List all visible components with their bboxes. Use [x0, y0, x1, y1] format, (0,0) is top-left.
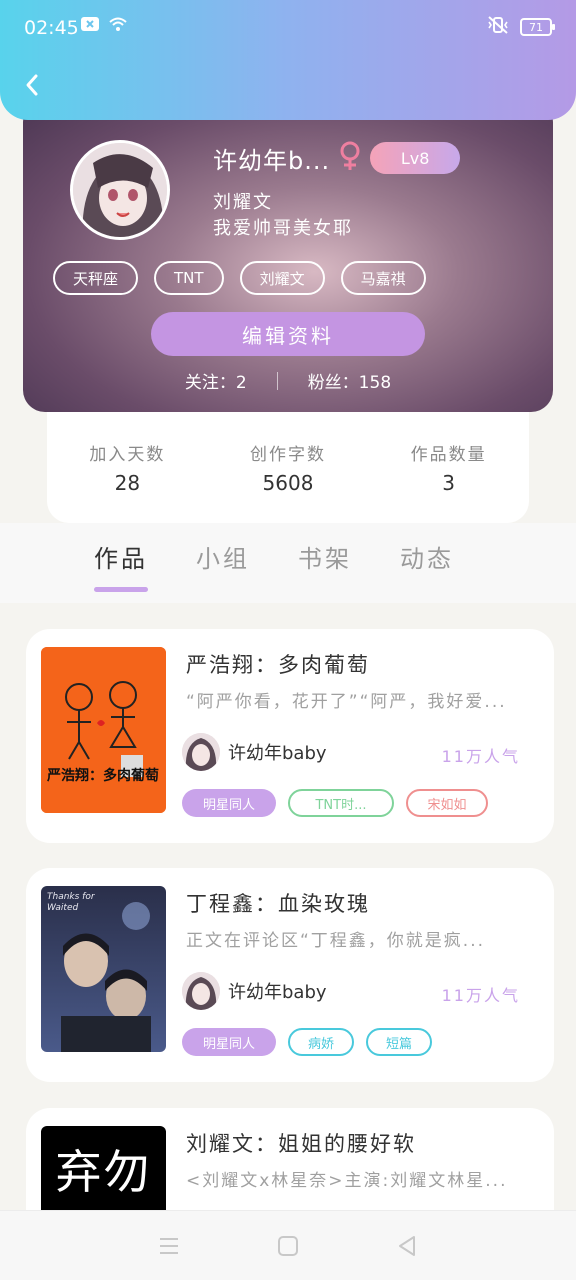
work-title: 丁程鑫：血染玫瑰: [186, 892, 370, 916]
profile-card: 许幼年b... Lv8 刘耀文 我爱帅哥美女耶 天秤座 TNT 刘耀文 马嘉祺 …: [23, 100, 553, 412]
back-button[interactable]: [18, 70, 46, 100]
work-tag[interactable]: TNT时...: [288, 789, 394, 817]
stat-value: 5608: [262, 471, 314, 495]
work-card[interactable]: Thanks for Waited 丁程鑫：血染玫瑰 正文在评论区“丁程鑫，你就…: [26, 868, 554, 1082]
popularity: 11万人气: [441, 986, 520, 1005]
menu-icon: [160, 1237, 179, 1254]
cover-title: 弃勿: [55, 1145, 152, 1199]
work-cover: 严浩翔：多肉葡萄: [41, 647, 166, 813]
bio-line-2: 我爱帅哥美女耶: [213, 218, 353, 239]
cover-title: 严浩翔：多肉葡萄: [47, 768, 159, 784]
work-description: 正文在评论区“丁程鑫，你就是疯...: [186, 931, 486, 951]
tab-works[interactable]: 作品: [92, 539, 150, 592]
status-time: 02:45: [24, 17, 79, 39]
following-count[interactable]: 关注：2: [185, 368, 247, 393]
work-description: “阿严你看，花开了”“阿严，我好爱...: [186, 692, 507, 712]
work-title: 严浩翔：多肉葡萄: [186, 653, 370, 677]
username: 许幼年b...: [213, 146, 331, 175]
work-cover: Thanks for Waited: [41, 886, 166, 1052]
female-icon: [338, 140, 362, 176]
stats-card: 加入天数 28 创作字数 5608 作品数量 3: [47, 400, 529, 523]
back-nav-button[interactable]: [387, 1226, 427, 1266]
author-avatar: [182, 733, 220, 771]
avatar[interactable]: [70, 140, 170, 240]
vibrate-off-icon: [486, 16, 510, 38]
work-card[interactable]: 严浩翔：多肉葡萄 严浩翔：多肉葡萄 “阿严你看，花开了”“阿严，我好爱... 许…: [26, 629, 554, 843]
status-right-icons: 71: [486, 16, 555, 38]
work-tag[interactable]: 明星同人: [182, 1028, 276, 1056]
work-title: 刘耀文：姐姐的腰好软: [186, 1132, 416, 1156]
work-tag[interactable]: 病娇: [288, 1028, 354, 1056]
work-tags: 明星同人 TNT时... 宋如如: [182, 789, 488, 817]
work-tags: 明星同人 病娇 短篇: [182, 1028, 432, 1056]
stat-label: 作品数量: [410, 445, 487, 465]
system-nav-bar: [0, 1210, 576, 1280]
stat-word-count: 创作字数 5608: [218, 440, 358, 523]
tab-activity[interactable]: 动态: [398, 539, 456, 574]
author-row: 许幼年baby: [182, 972, 327, 1010]
home-icon: [277, 1235, 298, 1256]
status-bar: 02:45 71: [0, 0, 576, 120]
tab-bookshelf[interactable]: 书架: [296, 539, 354, 574]
follow-stats: 关注：2 粉丝：158: [23, 368, 553, 393]
profile-tags: 天秤座 TNT 刘耀文 马嘉祺: [53, 261, 426, 295]
status-left-icons: [80, 16, 128, 36]
stat-works-count: 作品数量 3: [379, 440, 519, 523]
divider: [276, 371, 278, 390]
stat-value: 28: [114, 471, 141, 495]
menu-button[interactable]: [149, 1226, 189, 1266]
tabs-area: 作品 小组 书架 动态: [0, 523, 576, 603]
bio-line-1: 刘耀文: [213, 192, 273, 213]
author-name: 许幼年baby: [228, 743, 327, 764]
author-name: 许幼年baby: [228, 982, 327, 1003]
author-row: 许幼年baby: [182, 733, 327, 771]
popularity: 11万人气: [441, 747, 520, 766]
edit-profile-button[interactable]: 编辑资料: [151, 312, 425, 356]
followers-count[interactable]: 粉丝：158: [308, 368, 391, 393]
home-button[interactable]: [268, 1226, 308, 1266]
profile-tag[interactable]: 马嘉祺: [340, 261, 426, 295]
work-tag[interactable]: 明星同人: [182, 789, 276, 817]
battery-icon: 71: [520, 18, 555, 36]
work-tag[interactable]: 短篇: [366, 1028, 432, 1056]
username-row: 许幼年b... Lv8: [213, 140, 461, 176]
notification-icon: [80, 16, 100, 36]
profile-tag[interactable]: 刘耀文: [239, 261, 325, 295]
work-tag[interactable]: 宋如如: [406, 789, 488, 817]
tab-groups[interactable]: 小组: [194, 539, 252, 574]
profile-tag[interactable]: TNT: [154, 261, 224, 295]
tab-bar: 作品 小组 书架 动态: [92, 539, 456, 592]
stat-label: 创作字数: [249, 445, 326, 465]
author-avatar: [182, 972, 220, 1010]
level-badge: Lv8: [370, 142, 461, 174]
stat-value: 3: [442, 471, 455, 495]
wifi-icon: [108, 16, 128, 36]
triangle-back-icon: [398, 1235, 415, 1256]
work-description: <刘耀文x林星奈>主演:刘耀文林星...: [186, 1171, 508, 1191]
cover-title: Thanks for Waited: [47, 892, 95, 913]
profile-tag[interactable]: 天秤座: [53, 261, 139, 295]
stat-join-days: 加入天数 28: [57, 440, 197, 523]
stat-label: 加入天数: [89, 445, 166, 465]
chevron-left-icon: [26, 74, 38, 96]
